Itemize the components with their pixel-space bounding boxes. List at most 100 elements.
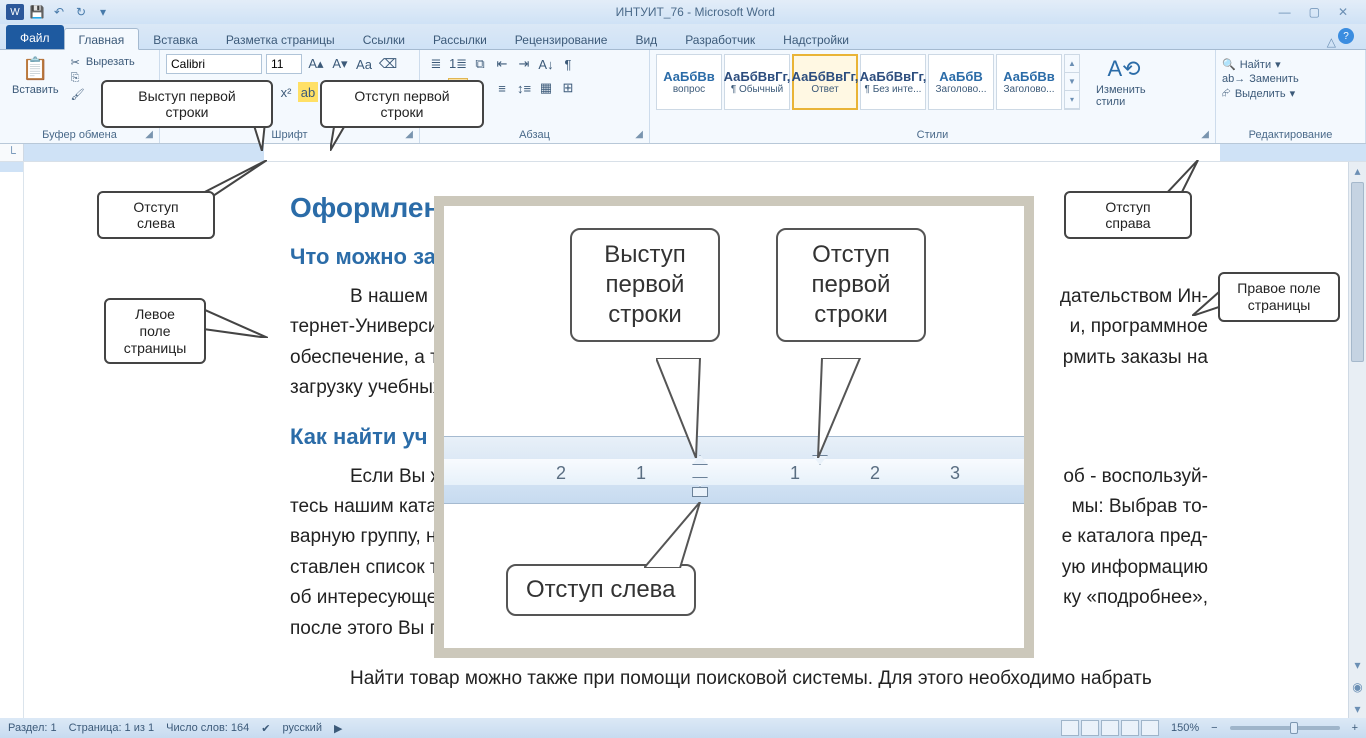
scroll-up-icon[interactable]: ▴ bbox=[1349, 162, 1366, 180]
group-label-editing: Редактирование bbox=[1222, 127, 1359, 143]
clear-formatting-icon[interactable]: ⌫ bbox=[378, 54, 398, 74]
embedded-image: Выступ первой строки Отступ первой строк… bbox=[434, 196, 1034, 658]
status-words[interactable]: Число слов: 164 bbox=[166, 722, 249, 734]
callout-right-margin: Правое поле страницы bbox=[1218, 272, 1340, 322]
zoom-slider[interactable] bbox=[1230, 726, 1340, 730]
superscript-icon[interactable]: x² bbox=[276, 82, 296, 102]
shading-icon[interactable]: ▦ bbox=[536, 78, 556, 98]
paragraph-text: Найти товар можно также при помощи поиск… bbox=[290, 664, 1208, 694]
vertical-scrollbar[interactable]: ▴ ▾ ◉ ▾ bbox=[1348, 162, 1366, 718]
indent-marker-rect bbox=[692, 487, 708, 497]
tab-addins[interactable]: Надстройки bbox=[769, 29, 863, 49]
prev-page-icon[interactable]: ◉ bbox=[1349, 678, 1366, 696]
highlight-icon[interactable]: ab bbox=[298, 82, 318, 102]
change-styles-icon: A⟲ bbox=[1107, 56, 1140, 82]
style-tile[interactable]: АаБбВвГг,¶ Обычный bbox=[724, 54, 790, 110]
shrink-font-icon[interactable]: A▾ bbox=[330, 54, 350, 74]
tab-insert[interactable]: Вставка bbox=[139, 29, 212, 49]
status-page[interactable]: Страница: 1 из 1 bbox=[69, 722, 155, 734]
dialog-launcher-icon[interactable]: ◢ bbox=[405, 129, 413, 140]
view-web[interactable] bbox=[1101, 720, 1119, 736]
vertical-ruler[interactable] bbox=[0, 162, 24, 718]
maximize-icon[interactable]: ▢ bbox=[1309, 5, 1320, 19]
status-section[interactable]: Раздел: 1 bbox=[8, 722, 57, 734]
find-button[interactable]: 🔍 Найти ▾ bbox=[1222, 58, 1299, 71]
style-tile[interactable]: АаБбВвГг,¶ Без инте... bbox=[860, 54, 926, 110]
replace-button[interactable]: ab→ Заменить bbox=[1222, 73, 1299, 85]
view-full-reading[interactable] bbox=[1081, 720, 1099, 736]
status-lang[interactable]: русский bbox=[283, 722, 322, 734]
word-icon: W bbox=[6, 4, 24, 20]
tab-mailings[interactable]: Рассылки bbox=[419, 29, 501, 49]
style-scroll[interactable]: ▲▼▾ bbox=[1064, 54, 1080, 110]
group-label-font: Шрифт◢ bbox=[166, 127, 413, 143]
scrollbar-thumb[interactable] bbox=[1351, 182, 1364, 362]
callout-left-indent: Отступ слева bbox=[97, 191, 215, 239]
paste-button[interactable]: 📋 Вставить bbox=[6, 54, 65, 98]
group-editing: 🔍 Найти ▾ ab→ Заменить ⮳ Выделить ▾ Реда… bbox=[1216, 50, 1366, 143]
help-icon[interactable]: ? bbox=[1338, 28, 1354, 44]
increase-indent-icon[interactable]: ⇥ bbox=[514, 54, 534, 74]
paste-icon: 📋 bbox=[22, 56, 49, 82]
tab-file[interactable]: Файл bbox=[6, 25, 64, 49]
borders-icon[interactable]: ⊞ bbox=[558, 78, 578, 98]
change-case-icon[interactable]: Aa bbox=[354, 54, 374, 74]
style-tile[interactable]: АаБбВвГг,Ответ bbox=[792, 54, 858, 110]
font-size-input[interactable] bbox=[266, 54, 302, 74]
group-styles: АаБбВввопрос АаБбВвГг,¶ Обычный АаБбВвГг… bbox=[650, 50, 1216, 143]
group-label-paragraph: Абзац◢ bbox=[426, 127, 643, 143]
numbering-icon[interactable]: 1≣ bbox=[448, 54, 468, 74]
tab-review[interactable]: Рецензирование bbox=[501, 29, 622, 49]
zoom-minus-icon[interactable]: − bbox=[1211, 722, 1217, 734]
next-page-icon[interactable]: ▾ bbox=[1349, 700, 1366, 718]
scroll-down-icon[interactable]: ▾ bbox=[1349, 656, 1366, 674]
sort-icon[interactable]: A↓ bbox=[536, 54, 556, 74]
show-marks-icon[interactable]: ¶ bbox=[558, 54, 578, 74]
close-icon[interactable]: ✕ bbox=[1338, 5, 1348, 19]
status-proofing-icon[interactable]: ✔ bbox=[261, 722, 270, 735]
cut-button[interactable]: ✂ Вырезать bbox=[69, 54, 139, 70]
grow-font-icon[interactable]: A▴ bbox=[306, 54, 326, 74]
tab-pagelayout[interactable]: Разметка страницы bbox=[212, 29, 349, 49]
status-bar: Раздел: 1 Страница: 1 из 1 Число слов: 1… bbox=[0, 718, 1366, 738]
multilevel-icon[interactable]: ⧉ bbox=[470, 54, 490, 74]
style-tile[interactable]: АаБбВЗаголово... bbox=[928, 54, 994, 110]
justify-icon[interactable]: ≡ bbox=[492, 78, 512, 98]
status-macro-icon[interactable]: ▶ bbox=[334, 722, 342, 735]
tab-selector-icon[interactable]: └ bbox=[0, 144, 24, 161]
dialog-launcher-icon[interactable]: ◢ bbox=[1201, 129, 1209, 140]
quick-access-toolbar: W 💾 ↶ ↻ ▾ bbox=[0, 3, 112, 21]
zoom-handle[interactable] bbox=[1290, 722, 1298, 734]
minimize-icon[interactable]: — bbox=[1279, 5, 1291, 19]
style-tile[interactable]: АаБбВввопрос bbox=[656, 54, 722, 110]
dialog-launcher-icon[interactable]: ◢ bbox=[635, 129, 643, 140]
callout-first-line-indent: Отступ первой строки bbox=[320, 80, 484, 128]
save-icon[interactable]: 💾 bbox=[28, 3, 46, 21]
callout-right-indent: Отступ справа bbox=[1064, 191, 1192, 239]
dialog-launcher-icon[interactable]: ◢ bbox=[145, 129, 153, 140]
ribbon-tabs: Файл Главная Вставка Разметка страницы С… bbox=[0, 24, 1366, 50]
tab-view[interactable]: Вид bbox=[621, 29, 671, 49]
change-styles-label: Изменить стили bbox=[1096, 84, 1152, 108]
ribbon-minimize-icon[interactable]: △ bbox=[1327, 35, 1336, 49]
qat-customize-icon[interactable]: ▾ bbox=[94, 3, 112, 21]
select-button[interactable]: ⮳ Выделить ▾ bbox=[1222, 87, 1299, 100]
tab-home[interactable]: Главная bbox=[64, 28, 140, 50]
tab-developer[interactable]: Разработчик bbox=[671, 29, 769, 49]
zoom-plus-icon[interactable]: + bbox=[1352, 722, 1358, 734]
change-styles-button[interactable]: A⟲ Изменить стили bbox=[1090, 54, 1158, 110]
line-spacing-icon[interactable]: ↕≡ bbox=[514, 78, 534, 98]
style-tile[interactable]: АаБбВвЗаголово... bbox=[996, 54, 1062, 110]
decrease-indent-icon[interactable]: ⇤ bbox=[492, 54, 512, 74]
bullets-icon[interactable]: ≣ bbox=[426, 54, 446, 74]
callout-first-line-outdent: Выступ первой строки bbox=[101, 80, 273, 128]
undo-icon[interactable]: ↶ bbox=[50, 3, 68, 21]
zoom-level[interactable]: 150% bbox=[1171, 722, 1199, 734]
redo-icon[interactable]: ↻ bbox=[72, 3, 90, 21]
tab-references[interactable]: Ссылки bbox=[349, 29, 419, 49]
view-draft[interactable] bbox=[1141, 720, 1159, 736]
view-print-layout[interactable] bbox=[1061, 720, 1079, 736]
font-name-input[interactable] bbox=[166, 54, 262, 74]
view-outline[interactable] bbox=[1121, 720, 1139, 736]
group-label-clipboard: Буфер обмена◢ bbox=[6, 127, 153, 143]
